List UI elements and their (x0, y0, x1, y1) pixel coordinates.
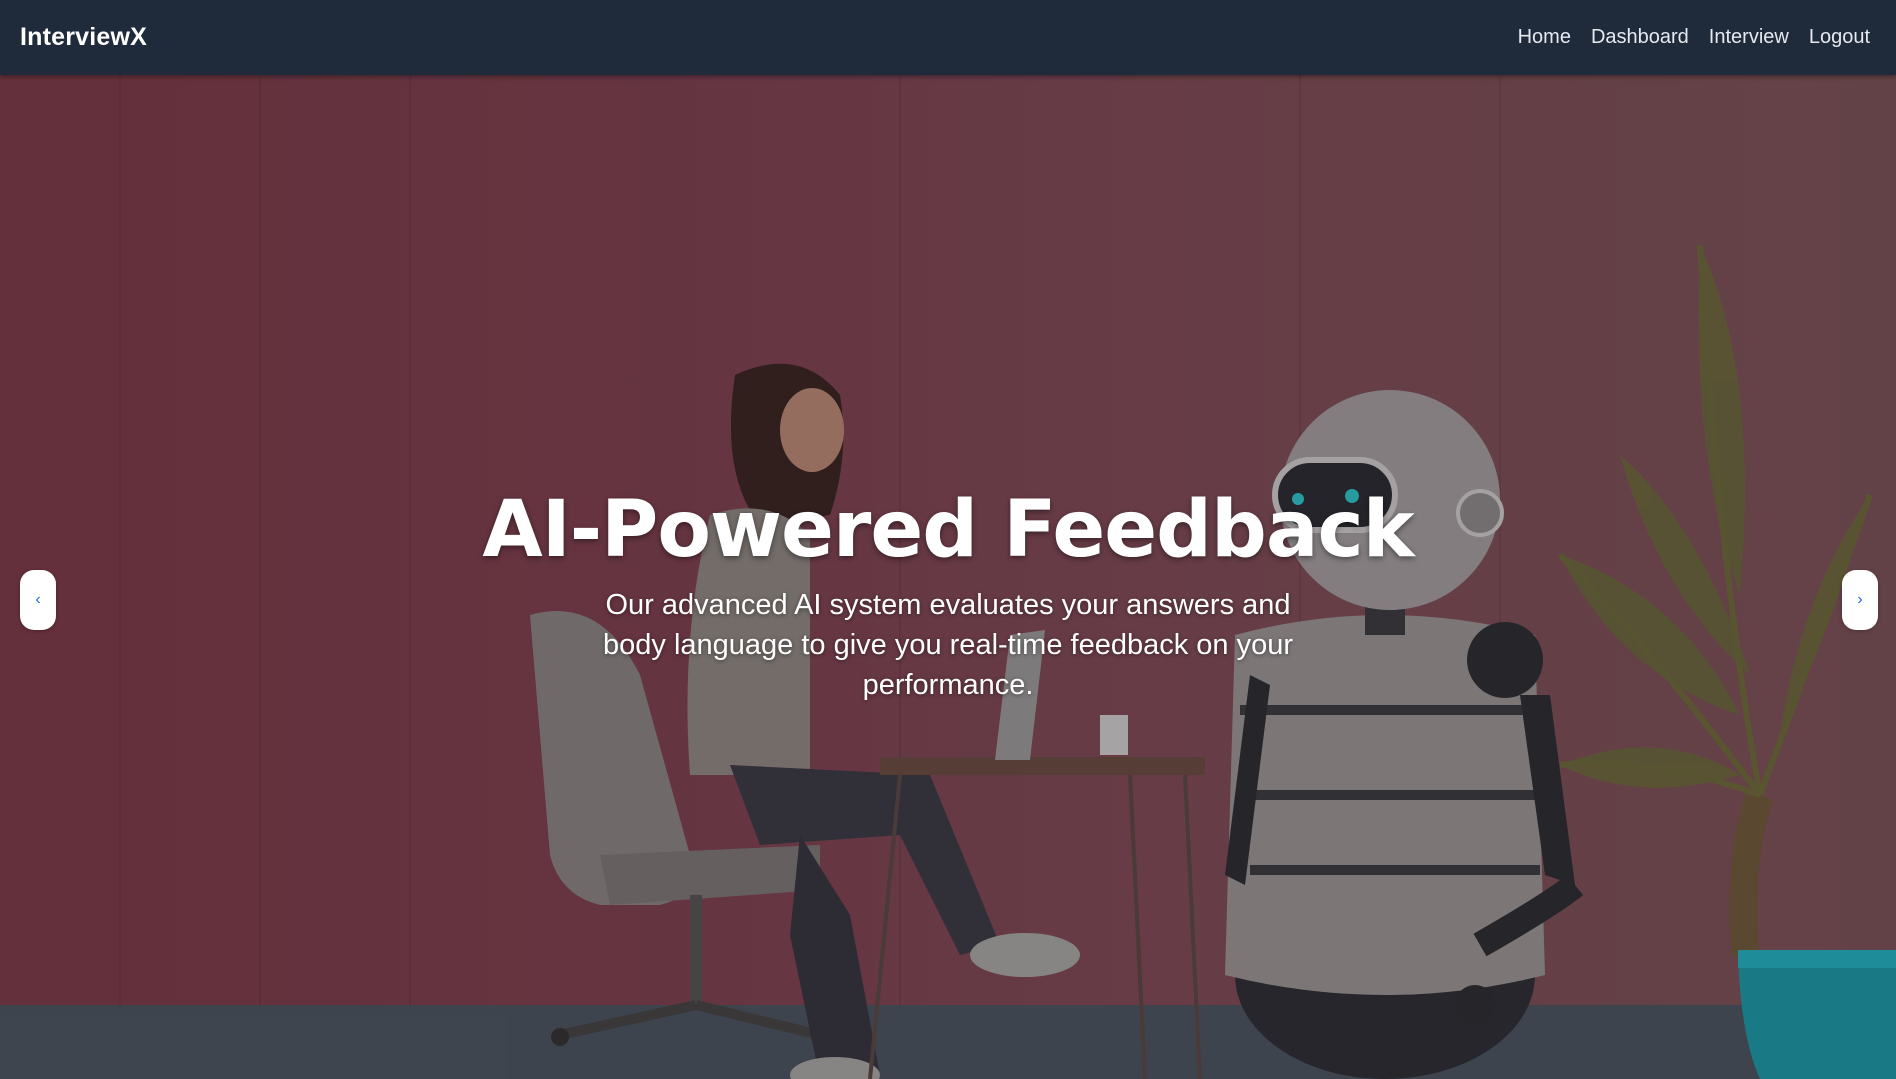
nav-links: Home Dashboard Interview Logout (1508, 26, 1880, 49)
hero-title: AI-Powered Feedback (482, 485, 1414, 575)
nav-link-logout[interactable]: Logout (1799, 26, 1880, 49)
hero-carousel: AI-Powered Feedback Our advanced AI syst… (0, 75, 1896, 1079)
top-navbar: InterviewX Home Dashboard Interview Logo… (0, 0, 1896, 75)
chevron-left-icon: ‹ (35, 591, 41, 608)
carousel-next-button[interactable]: › (1842, 570, 1878, 630)
hero-description: Our advanced AI system evaluates your an… (603, 589, 1293, 701)
nav-link-home[interactable]: Home (1508, 26, 1581, 49)
brand-logo[interactable]: InterviewX (20, 23, 147, 52)
carousel-prev-button[interactable]: ‹ (20, 570, 56, 630)
nav-link-interview[interactable]: Interview (1699, 26, 1799, 49)
hero-caption: AI-Powered Feedback Our advanced AI syst… (0, 485, 1896, 705)
nav-link-dashboard[interactable]: Dashboard (1581, 26, 1699, 49)
chevron-right-icon: › (1857, 591, 1863, 608)
